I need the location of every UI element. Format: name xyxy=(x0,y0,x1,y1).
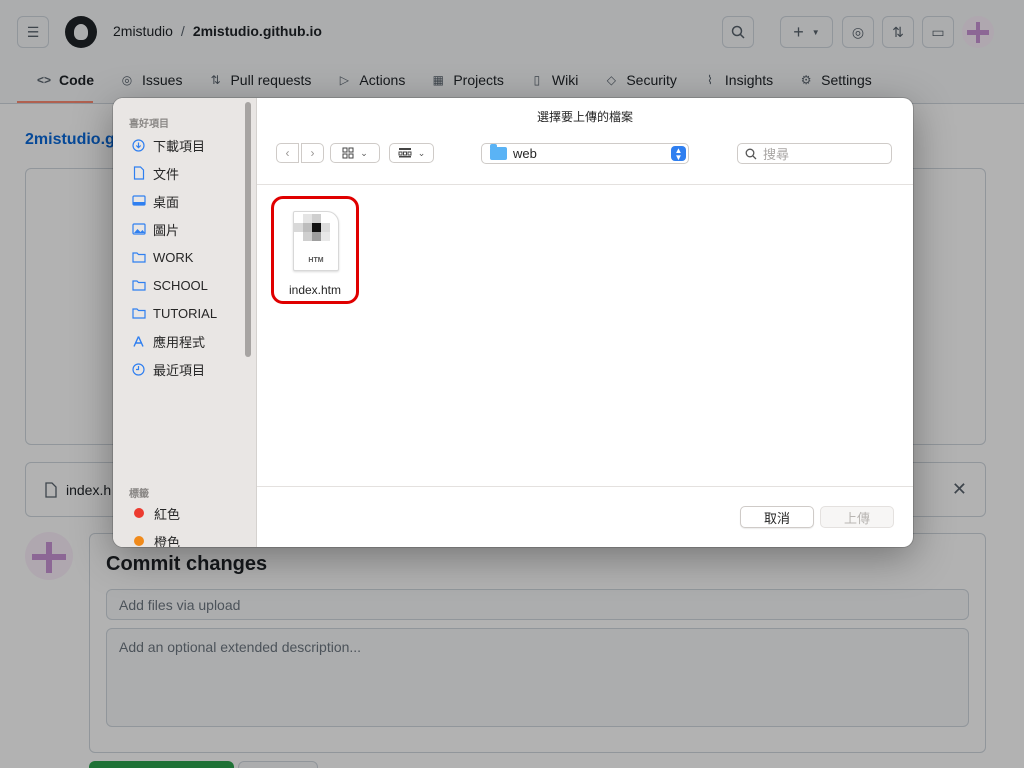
dialog-title: 選擇要上傳的檔案 xyxy=(536,110,633,124)
desktop-icon xyxy=(131,194,146,209)
sidebar-item-label: 文件 xyxy=(153,166,180,182)
sidebar-item-label: 圖片 xyxy=(153,222,180,238)
download-icon xyxy=(131,138,146,153)
chevron-down-icon: ⌄ xyxy=(360,147,368,158)
group-grid-icon xyxy=(398,148,412,158)
location-label: web xyxy=(513,146,537,161)
folder-icon xyxy=(131,250,146,265)
sidebar-item-school[interactable]: SCHOOL xyxy=(131,275,208,295)
sidebar-item-recents[interactable]: 最近項目 xyxy=(131,359,205,379)
sidebar-item-documents[interactable]: 文件 xyxy=(131,163,179,183)
sidebar-item-label: TUTORIAL xyxy=(153,305,218,321)
sidebar-item-label: 最近項目 xyxy=(153,362,206,378)
group-by-button[interactable]: ⌄ xyxy=(389,143,434,163)
sidebar-item-label: 桌面 xyxy=(153,194,180,210)
cancel-button[interactable]: 取消 xyxy=(740,506,814,528)
sidebar-item-label: 應用程式 xyxy=(153,334,206,350)
clock-icon xyxy=(131,362,146,377)
upload-button[interactable]: 上傳 xyxy=(820,506,894,528)
icon-grid-icon xyxy=(342,147,354,159)
sidebar-item-desktop[interactable]: 桌面 xyxy=(131,191,179,211)
tags-header: 標籤 xyxy=(129,489,149,500)
sidebar-item-label: WORK xyxy=(153,249,194,265)
sidebar-tag-red[interactable]: 紅色 xyxy=(131,503,180,523)
sidebar-scrollbar[interactable] xyxy=(245,102,251,357)
red-tag-dot-icon xyxy=(134,508,144,518)
sidebar-item-label: 下載項目 xyxy=(153,138,206,154)
file-item-index-htm[interactable]: HTM index.htm xyxy=(271,196,359,304)
file-extension-label: HTM xyxy=(308,257,324,264)
sidebar-item-label: 紅色 xyxy=(154,506,181,522)
document-icon xyxy=(131,166,146,181)
sidebar-tag-orange[interactable]: 橙色 xyxy=(131,531,180,547)
file-picker-dialog: 喜好項目 下載項目 文件 桌面 圖片 WORK SCHOOL TUTORIAL xyxy=(113,98,913,547)
sidebar-item-applications[interactable]: 應用程式 xyxy=(131,331,205,351)
folder-icon xyxy=(131,278,146,293)
footer-divider xyxy=(257,486,913,487)
sidebar-item-tutorial[interactable]: TUTORIAL xyxy=(131,303,217,323)
location-popup[interactable]: web ▲ ▼ xyxy=(481,143,689,164)
search-input[interactable]: 搜尋 xyxy=(737,143,892,164)
sidebar-item-label: 橙色 xyxy=(154,534,181,548)
photo-icon xyxy=(131,222,146,237)
file-name: index.htm xyxy=(288,283,342,297)
applications-icon xyxy=(131,334,146,349)
favorites-header: 喜好項目 xyxy=(129,119,169,130)
back-button[interactable]: ‹ xyxy=(276,143,299,163)
orange-tag-dot-icon xyxy=(134,536,144,546)
search-placeholder: 搜尋 xyxy=(763,147,790,162)
chevron-down-icon: ⌄ xyxy=(417,147,426,158)
sidebar-item-work[interactable]: WORK xyxy=(131,247,193,267)
forward-button[interactable]: › xyxy=(301,143,324,163)
sidebar-item-label: SCHOOL xyxy=(153,277,208,293)
html-file-icon: HTM xyxy=(293,211,339,271)
chevron-right-icon: › xyxy=(310,146,315,160)
dialog-main: 選擇要上傳的檔案 ‹ › ⌄ ⌄ web ▲ ▼ 搜尋 HTM index.ht… xyxy=(257,98,913,547)
folder-icon xyxy=(131,306,146,321)
folder-icon xyxy=(490,144,507,160)
chevron-left-icon: ‹ xyxy=(285,146,290,160)
dialog-sidebar: 喜好項目 下載項目 文件 桌面 圖片 WORK SCHOOL TUTORIAL xyxy=(113,98,257,547)
up-down-stepper-icon: ▲ ▼ xyxy=(671,146,686,161)
sidebar-item-downloads[interactable]: 下載項目 xyxy=(131,135,205,155)
search-icon xyxy=(745,148,757,159)
toolbar-divider xyxy=(257,184,913,185)
sidebar-item-pictures[interactable]: 圖片 xyxy=(131,219,179,239)
view-mode-button[interactable]: ⌄ xyxy=(330,143,380,163)
